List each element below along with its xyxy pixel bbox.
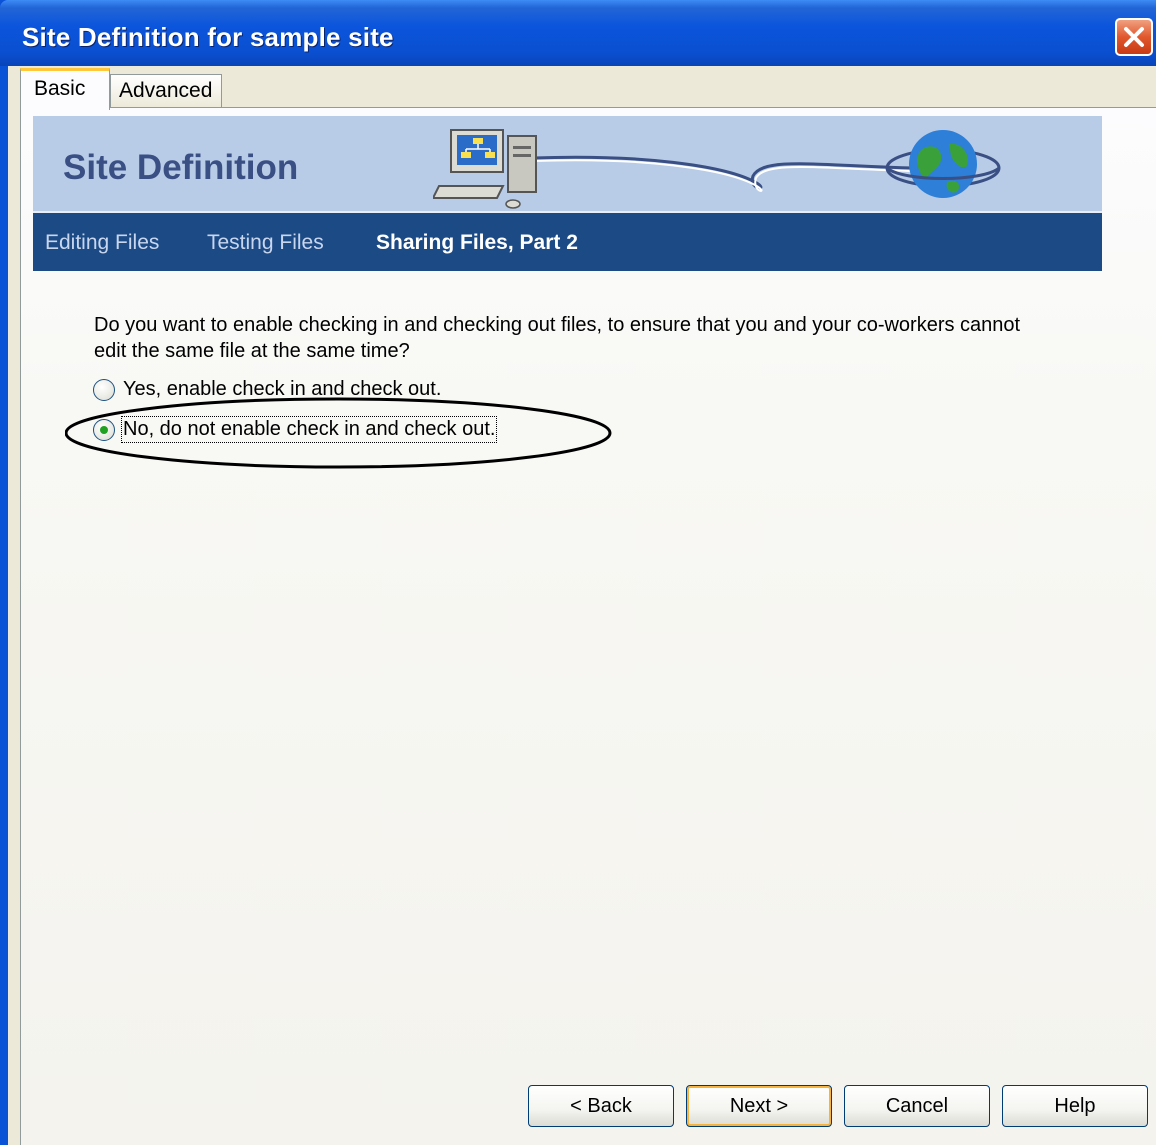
step-editing-files: Editing Files bbox=[45, 231, 160, 254]
network-cable-graphic bbox=[532, 155, 914, 192]
tab-strip: Basic Advanced bbox=[8, 66, 1156, 110]
step-testing-files: Testing Files bbox=[207, 231, 324, 254]
banner-title: Site Definition bbox=[63, 148, 299, 187]
close-button[interactable] bbox=[1115, 18, 1153, 56]
tab-basic[interactable]: Basic bbox=[20, 68, 110, 110]
next-button[interactable]: Next > bbox=[686, 1085, 832, 1127]
dialog-client-area: Basic Advanced Site Definition Editing F… bbox=[8, 66, 1156, 1145]
question-text: Do you want to enable checking in and ch… bbox=[94, 314, 1021, 362]
wizard-steps-bar: Editing Files Testing Files Sharing File… bbox=[33, 211, 1102, 271]
dialog-window: Site Definition for sample site Basic Ad… bbox=[0, 0, 1156, 1145]
tab-panel: Site Definition Editing Files Testing Fi… bbox=[20, 107, 1156, 1145]
back-button[interactable]: < Back bbox=[528, 1085, 674, 1127]
help-button[interactable]: Help bbox=[1002, 1085, 1148, 1127]
computer-icon bbox=[433, 129, 537, 209]
tab-advanced[interactable]: Advanced bbox=[110, 74, 222, 108]
cancel-button[interactable]: Cancel bbox=[844, 1085, 990, 1127]
step-sharing-files-part-2: Sharing Files, Part 2 bbox=[376, 231, 578, 254]
highlight-ellipse-annotation bbox=[65, 397, 612, 469]
title-bar[interactable]: Site Definition for sample site bbox=[0, 0, 1156, 66]
window-title: Site Definition for sample site bbox=[22, 22, 394, 52]
close-icon bbox=[1124, 27, 1144, 47]
globe-icon bbox=[885, 130, 1001, 198]
banner: Site Definition bbox=[33, 116, 1102, 211]
